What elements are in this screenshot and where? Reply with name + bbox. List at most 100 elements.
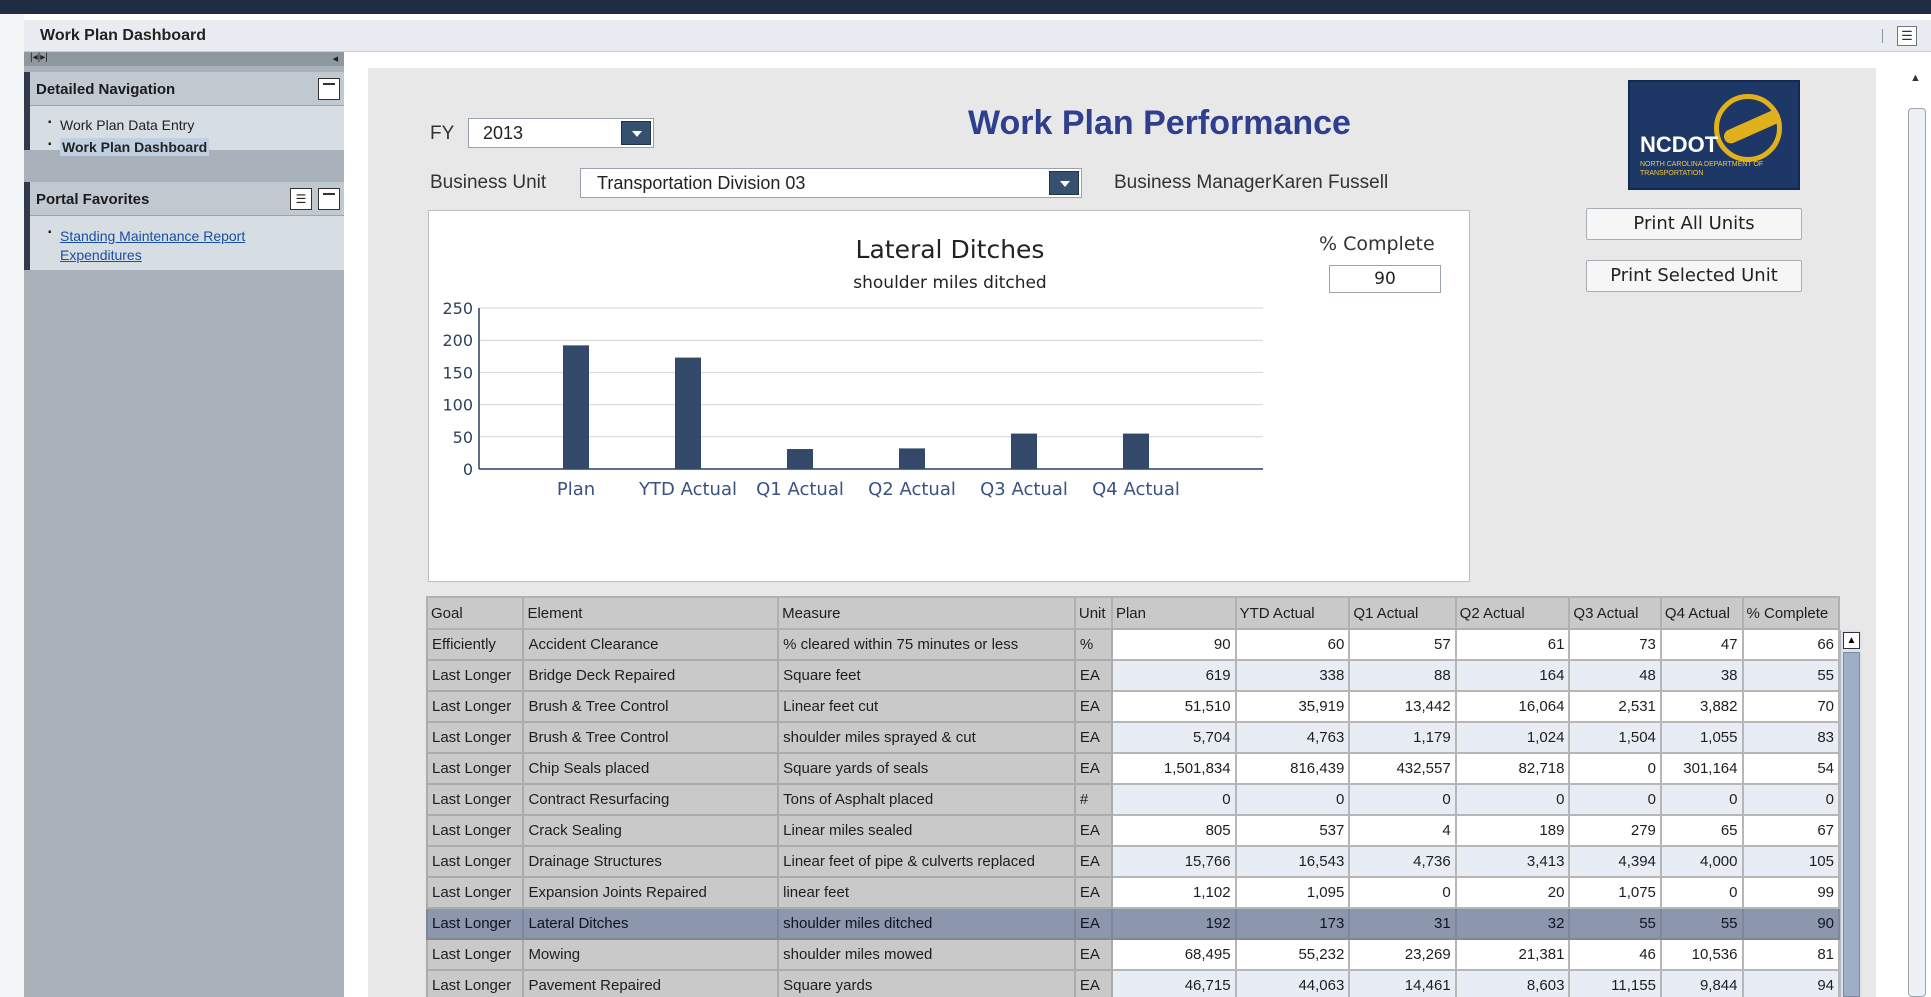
table-cell[interactable]: 805 bbox=[1110, 814, 1237, 847]
table-cell[interactable]: 1,055 bbox=[1659, 721, 1744, 754]
minimize-panel-button[interactable] bbox=[318, 78, 340, 100]
table-cell[interactable]: 10,536 bbox=[1659, 938, 1744, 971]
table-cell[interactable]: 83 bbox=[1741, 721, 1840, 754]
table-cell[interactable]: 81 bbox=[1741, 938, 1840, 971]
table-cell[interactable]: 15,766 bbox=[1110, 845, 1237, 878]
scroll-up-icon[interactable]: ▲ bbox=[1843, 632, 1860, 649]
chevron-down-icon[interactable] bbox=[1049, 171, 1079, 195]
table-cell[interactable]: 55 bbox=[1568, 907, 1662, 940]
scroll-thumb[interactable] bbox=[1843, 652, 1860, 997]
table-cell[interactable]: 90 bbox=[1741, 907, 1840, 940]
standing-maintenance-report-link[interactable]: Standing Maintenance Report Expenditures bbox=[60, 227, 290, 265]
table-cell[interactable]: 4 bbox=[1348, 814, 1457, 847]
table-cell[interactable]: 5,704 bbox=[1110, 721, 1237, 754]
table-cell[interactable]: 82,718 bbox=[1454, 752, 1571, 785]
table-cell[interactable]: 105 bbox=[1741, 845, 1840, 878]
table-cell[interactable]: 57 bbox=[1348, 628, 1457, 661]
table-cell[interactable]: 61 bbox=[1454, 628, 1571, 661]
table-cell[interactable]: 1,095 bbox=[1234, 876, 1351, 909]
table-cell[interactable]: 16,064 bbox=[1454, 690, 1571, 723]
table-cell[interactable]: 537 bbox=[1234, 814, 1351, 847]
nav-collapse-icon[interactable]: ◂ bbox=[332, 52, 338, 65]
table-cell[interactable]: 1,501,834 bbox=[1110, 752, 1237, 785]
table-cell[interactable]: 0 bbox=[1348, 876, 1457, 909]
table-cell[interactable]: 173 bbox=[1234, 907, 1351, 940]
column-header[interactable]: Measure bbox=[777, 596, 1076, 630]
table-cell[interactable]: 1,179 bbox=[1348, 721, 1457, 754]
table-cell[interactable]: 0 bbox=[1568, 752, 1662, 785]
table-row[interactable]: Last Longer Contract Resurfacing Tons of A… bbox=[426, 783, 1840, 816]
table-cell[interactable]: 3,882 bbox=[1659, 690, 1744, 723]
table-cell[interactable]: 3,413 bbox=[1454, 845, 1571, 878]
column-header[interactable]: Q3 Actual bbox=[1568, 596, 1662, 630]
column-header[interactable]: Unit bbox=[1073, 596, 1113, 630]
table-cell[interactable]: 94 bbox=[1741, 969, 1840, 997]
print-all-units-button[interactable]: Print All Units bbox=[1586, 208, 1802, 240]
table-cell[interactable]: 189 bbox=[1454, 814, 1571, 847]
table-cell[interactable]: 0 bbox=[1741, 783, 1840, 816]
table-cell[interactable]: 2,531 bbox=[1568, 690, 1662, 723]
table-cell[interactable]: 13,442 bbox=[1348, 690, 1457, 723]
table-cell[interactable]: 8,603 bbox=[1454, 969, 1571, 997]
page-scrollbar[interactable]: ▲ bbox=[1904, 68, 1931, 997]
table-cell[interactable]: 192 bbox=[1110, 907, 1237, 940]
business-unit-select[interactable]: Transportation Division 03 bbox=[580, 168, 1082, 198]
table-cell[interactable]: 54 bbox=[1741, 752, 1840, 785]
nav-handle[interactable]: |◂|▸| ◂ bbox=[24, 52, 344, 66]
table-cell[interactable]: 73 bbox=[1568, 628, 1662, 661]
column-header[interactable]: Q4 Actual bbox=[1659, 596, 1744, 630]
table-row[interactable]: Last Longer Pavement Repaired Square yards… bbox=[426, 969, 1840, 997]
table-row[interactable]: Last Longer Bridge Deck Repaired Square fe… bbox=[426, 659, 1840, 692]
column-header[interactable]: Goal bbox=[426, 596, 525, 630]
table-cell[interactable]: 65 bbox=[1659, 814, 1744, 847]
table-cell[interactable]: 0 bbox=[1454, 783, 1571, 816]
table-cell[interactable]: 1,024 bbox=[1454, 721, 1571, 754]
table-row[interactable]: Last Longer Drainage Structures Linear fee… bbox=[426, 845, 1840, 878]
table-cell[interactable]: 44,063 bbox=[1234, 969, 1351, 997]
table-cell[interactable]: 21,381 bbox=[1454, 938, 1571, 971]
panel-menu-icon[interactable]: ☰ bbox=[290, 188, 312, 210]
table-cell[interactable]: 0 bbox=[1568, 783, 1662, 816]
table-cell[interactable]: 164 bbox=[1454, 659, 1571, 692]
table-cell[interactable]: 68,495 bbox=[1110, 938, 1237, 971]
table-row[interactable]: Last Longer Lateral Ditches shoulder miles… bbox=[426, 907, 1840, 940]
table-cell[interactable]: 46 bbox=[1568, 938, 1662, 971]
column-header[interactable]: Plan bbox=[1110, 596, 1237, 630]
table-cell[interactable]: 0 bbox=[1659, 876, 1744, 909]
table-cell[interactable]: 90 bbox=[1110, 628, 1237, 661]
table-cell[interactable]: 4,736 bbox=[1348, 845, 1457, 878]
table-row[interactable]: Last Longer Chip Seals placed Square yards… bbox=[426, 752, 1840, 785]
table-cell[interactable]: 14,461 bbox=[1348, 969, 1457, 997]
table-cell[interactable]: 1,102 bbox=[1110, 876, 1237, 909]
table-cell[interactable]: 816,439 bbox=[1234, 752, 1351, 785]
table-row[interactable]: Last Longer Brush & Tree Control shoulder … bbox=[426, 721, 1840, 754]
table-cell[interactable]: 0 bbox=[1659, 783, 1744, 816]
table-cell[interactable]: 31 bbox=[1348, 907, 1457, 940]
table-cell[interactable]: 4,763 bbox=[1234, 721, 1351, 754]
nav-toggle-icon[interactable]: |◂|▸| bbox=[30, 52, 48, 63]
table-cell[interactable]: 38 bbox=[1659, 659, 1744, 692]
table-row[interactable]: Last Longer Mowing shoulder miles mowed EA 6… bbox=[426, 938, 1840, 971]
print-selected-unit-button[interactable]: Print Selected Unit bbox=[1586, 260, 1802, 292]
table-cell[interactable]: 4,394 bbox=[1568, 845, 1662, 878]
table-cell[interactable]: 619 bbox=[1110, 659, 1237, 692]
table-cell[interactable]: 51,510 bbox=[1110, 690, 1237, 723]
column-header[interactable]: % Complete bbox=[1741, 596, 1840, 630]
table-row[interactable]: Last Longer Expansion Joints Repaired line… bbox=[426, 876, 1840, 909]
table-row[interactable]: Last Longer Brush & Tree Control Linear fe… bbox=[426, 690, 1840, 723]
table-cell[interactable]: 70 bbox=[1741, 690, 1840, 723]
column-header[interactable]: Q2 Actual bbox=[1454, 596, 1571, 630]
table-cell[interactable]: 32 bbox=[1454, 907, 1571, 940]
table-cell[interactable]: 23,269 bbox=[1348, 938, 1457, 971]
table-cell[interactable]: 0 bbox=[1234, 783, 1351, 816]
table-cell[interactable]: 55,232 bbox=[1234, 938, 1351, 971]
table-cell[interactable]: 432,557 bbox=[1348, 752, 1457, 785]
column-header[interactable]: YTD Actual bbox=[1234, 596, 1351, 630]
page-scroll-track[interactable] bbox=[1908, 108, 1926, 997]
table-cell[interactable]: 20 bbox=[1454, 876, 1571, 909]
table-cell[interactable]: 279 bbox=[1568, 814, 1662, 847]
scroll-up-icon[interactable]: ▲ bbox=[1910, 72, 1921, 84]
table-cell[interactable]: 47 bbox=[1659, 628, 1744, 661]
table-cell[interactable]: 1,075 bbox=[1568, 876, 1662, 909]
table-cell[interactable]: 35,919 bbox=[1234, 690, 1351, 723]
